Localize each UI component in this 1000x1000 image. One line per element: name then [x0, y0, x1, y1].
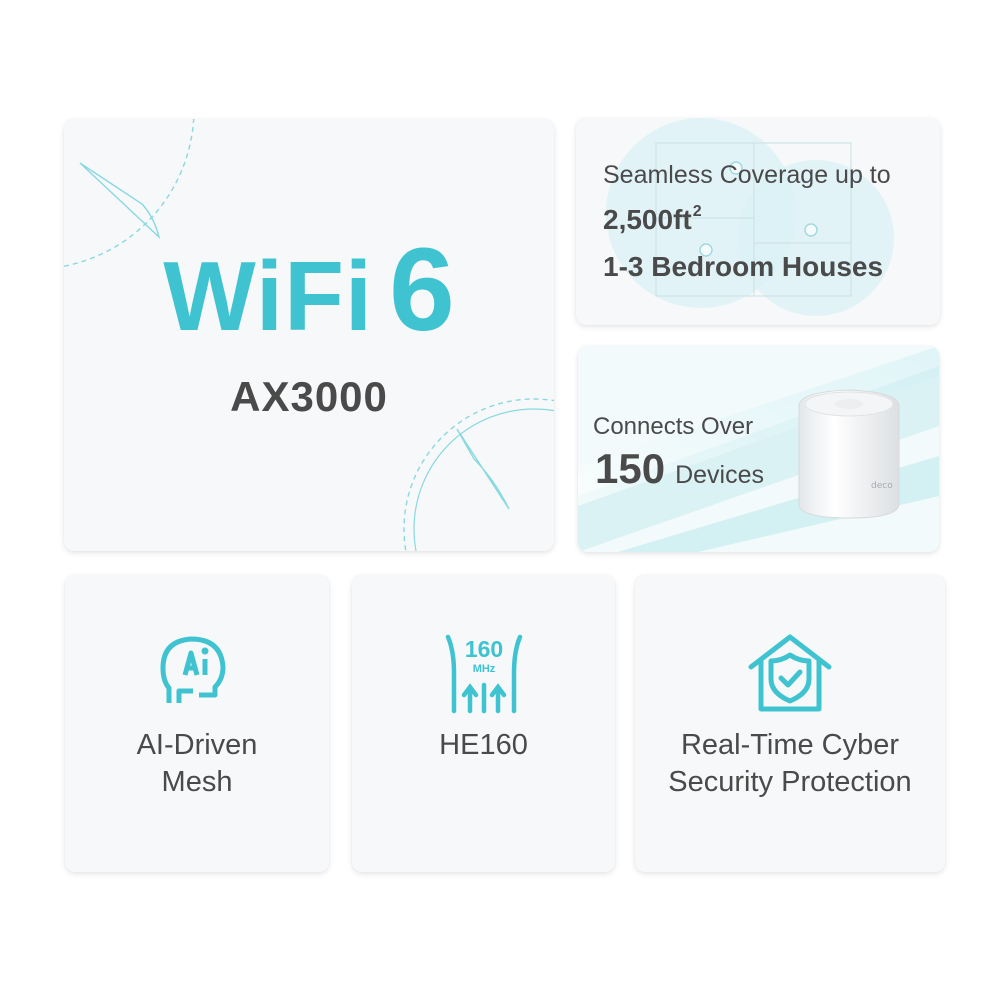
he160-antenna-icon: 160 MHz	[445, 634, 522, 714]
he160-icon-unit: MHz	[472, 663, 495, 675]
devices-word: Devices	[675, 461, 764, 489]
feature-label: HE160	[352, 727, 615, 764]
ai-head-icon	[160, 636, 226, 703]
coverage-area-superscript: 2	[692, 203, 702, 220]
feature-label-line2: Security Protection	[668, 766, 912, 798]
ai-mesh-card: AI-Driven Mesh	[65, 575, 329, 872]
he160-icon-number: 160	[464, 636, 502, 662]
deco-router-image: deco	[798, 389, 900, 519]
model-label: AX3000	[230, 373, 388, 420]
devices-count: 150	[595, 445, 666, 492]
feature-label-line1: Real-Time Cyber	[680, 729, 900, 761]
devices-card: Connects Over 150 Devices deco	[578, 346, 939, 552]
wifi6-logo: WiFi 6	[64, 231, 554, 349]
coverage-card: Seamless Coverage up to 2,500ft2 1-3 Bed…	[576, 118, 940, 325]
feature-label-line1: HE160	[439, 729, 528, 761]
router-brand-label: deco	[871, 481, 893, 491]
wifi-number: 6	[389, 224, 455, 356]
feature-label: Real-Time Cyber Security Protection	[635, 727, 945, 801]
coverage-heading: Seamless Coverage up to	[603, 161, 891, 189]
shield-house-icon	[748, 634, 832, 712]
wifi-word: WiFi	[163, 241, 374, 351]
wifi6-card: WiFi 6 AX3000	[64, 119, 554, 551]
devices-heading: Connects Over	[593, 413, 754, 440]
feature-label: AI-Driven Mesh	[65, 727, 329, 801]
devices-count-line: 150 Devices	[595, 445, 764, 493]
coverage-area: 2,500ft2	[603, 203, 702, 236]
feature-label-line2: Mesh	[161, 766, 233, 798]
feature-label-line1: AI-Driven	[136, 729, 258, 761]
coverage-area-value: 2,500ft	[603, 204, 692, 235]
he160-card: 160 MHz HE160	[352, 575, 615, 872]
security-card: Real-Time Cyber Security Protection	[635, 575, 945, 872]
coverage-houses: 1-3 Bedroom Houses	[603, 251, 884, 282]
